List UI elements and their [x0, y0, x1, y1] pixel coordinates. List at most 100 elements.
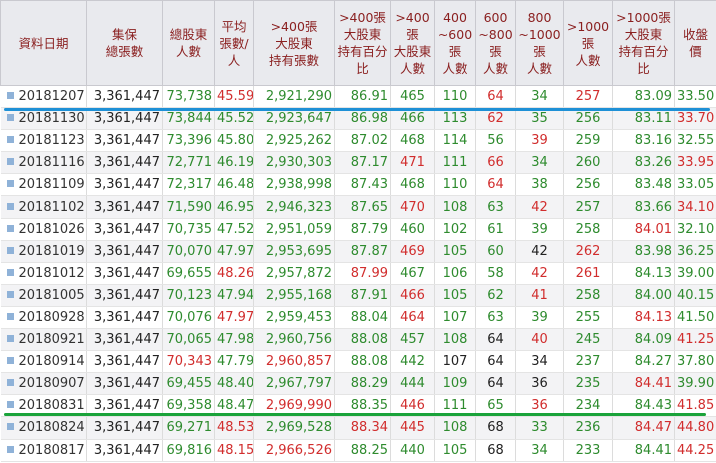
cell-text: 69,816	[166, 442, 213, 458]
cell-text: 70,123	[166, 287, 213, 303]
cell-text: 2,967,797	[265, 376, 332, 392]
column-header-line: 比	[637, 61, 650, 76]
cell-text: 87.43	[350, 177, 388, 193]
cell-text: 88.29	[350, 376, 388, 392]
date-cell: 20181012	[0, 262, 87, 285]
value-cell: 2,921,290	[253, 85, 335, 109]
cell-text: 444	[400, 376, 425, 392]
row-marker-icon	[6, 379, 14, 387]
value-cell: 3,361,447	[86, 439, 163, 462]
cell-text: 20181123	[18, 133, 85, 149]
column-header-0[interactable]: 資料日期	[0, 0, 87, 86]
cell-text: 42	[531, 199, 548, 215]
value-cell: 34.10	[674, 195, 716, 219]
value-cell: 236	[563, 416, 613, 440]
value-cell: 64	[475, 350, 516, 374]
cell-text: 65	[487, 398, 504, 414]
value-cell: 47.52	[214, 218, 254, 241]
column-header-4[interactable]: >400張 大股東 持有張數	[253, 0, 335, 86]
column-header-12[interactable]: 收盤價	[674, 0, 716, 86]
column-header-line: 收盤	[682, 27, 708, 42]
value-cell: 3,361,447	[86, 218, 163, 241]
column-header-line: 張	[533, 44, 546, 59]
cell-text: 3,361,447	[93, 332, 160, 348]
cell-text: 237	[575, 354, 601, 370]
cell-text: 261	[575, 265, 601, 281]
value-cell: 87.65	[334, 195, 391, 219]
cell-text: 73,844	[166, 111, 213, 127]
value-cell: 41.50	[674, 306, 716, 330]
cell-text: 34	[531, 354, 548, 370]
value-cell: 87.17	[334, 151, 391, 175]
cell-text: 88.35	[350, 398, 388, 414]
value-cell: 83.26	[612, 151, 675, 175]
cell-text: 41.50	[677, 309, 715, 325]
cell-text: 83.48	[634, 177, 672, 193]
date-cell: 20181123	[0, 129, 87, 153]
column-header-5[interactable]: >400張 大股東 持有百分比	[334, 0, 391, 86]
value-cell: 34	[515, 85, 564, 109]
cell-text: 110	[442, 89, 468, 105]
cell-text: 3,361,447	[93, 376, 160, 392]
table-row: 20181116 3,361,447 72,771 46.19 2,930,303 87.…	[0, 151, 716, 175]
column-header-2[interactable]: 總股東 人數	[162, 0, 215, 86]
value-cell: 68	[475, 439, 516, 462]
value-cell: 39	[515, 129, 564, 153]
value-cell: 70,076	[162, 306, 215, 330]
date-cell: 20181207	[0, 85, 87, 109]
cell-text: 84.27	[634, 354, 672, 370]
value-cell: 2,955,168	[253, 284, 335, 307]
column-header-line: 價	[689, 44, 702, 59]
cell-text: 20180831	[18, 398, 85, 414]
value-cell: 258	[563, 218, 613, 241]
cell-text: 62	[487, 111, 504, 127]
value-cell: 83.66	[612, 195, 675, 219]
value-cell: 3,361,447	[86, 328, 163, 352]
value-cell: 3,361,447	[86, 173, 163, 197]
table-row: 20180928 3,361,447 70,076 47.97 2,959,453 88.…	[0, 306, 716, 330]
cell-text: 33.70	[677, 111, 715, 127]
row-marker-icon	[6, 114, 14, 122]
value-cell: 114	[434, 129, 476, 153]
cell-text: 70,735	[166, 221, 213, 237]
value-cell: 237	[563, 350, 613, 374]
column-header-10[interactable]: >1000 張人數	[563, 0, 613, 86]
column-header-line: >1000	[566, 18, 610, 34]
cell-text: 39.90	[677, 376, 715, 392]
value-cell: 2,959,453	[253, 306, 335, 330]
cell-text: 48.53	[217, 420, 254, 436]
value-cell: 84.41	[612, 372, 675, 396]
cell-text: 20181012	[18, 265, 85, 281]
value-cell: 40	[515, 328, 564, 352]
column-header-8[interactable]: 600 ~800 張人數	[475, 0, 516, 86]
cell-text: 2,960,756	[265, 332, 332, 348]
column-header-3[interactable]: 平均 張數/人	[214, 0, 254, 86]
column-header-1[interactable]: 集保 總張數	[86, 0, 163, 86]
cell-text: 465	[400, 89, 425, 105]
date-cell: 20180907	[0, 372, 87, 396]
cell-text: 471	[400, 155, 425, 171]
cell-text: 48.47	[217, 398, 254, 414]
cell-text: 42	[531, 243, 548, 259]
value-cell: 466	[390, 284, 435, 307]
column-header-7[interactable]: 400 ~600 張人數	[434, 0, 476, 86]
column-header-line: 張	[581, 35, 595, 51]
value-cell: 42	[515, 262, 564, 285]
cell-text: 37.80	[677, 354, 715, 370]
cell-text: 2,960,857	[265, 354, 332, 370]
column-header-6[interactable]: >400 張大股東 人數	[390, 0, 435, 86]
table-row: 20180921 3,361,447 70,065 47.98 2,960,756 88.…	[0, 328, 716, 352]
value-cell: 86.91	[334, 85, 391, 109]
column-header-11[interactable]: >1000張 大股東 持有百分比	[612, 0, 675, 86]
column-header-line: ~1000	[518, 27, 561, 42]
cell-text: 3,361,447	[93, 442, 160, 458]
cell-text: 262	[575, 243, 601, 259]
cell-text: 470	[400, 199, 425, 215]
cell-text: 110	[442, 177, 468, 193]
date-cell: 20181005	[0, 284, 87, 307]
value-cell: 42	[515, 195, 564, 219]
column-header-9[interactable]: 800 ~1000 張人數	[515, 0, 564, 86]
table-header-row: 資料日期 集保 總張數 總股東 人數 平均 張數/人 >400張 大股東 持有張數 >400張 大股東…	[0, 0, 716, 86]
cell-text: 105	[442, 243, 468, 259]
row-marker-icon	[6, 290, 14, 298]
